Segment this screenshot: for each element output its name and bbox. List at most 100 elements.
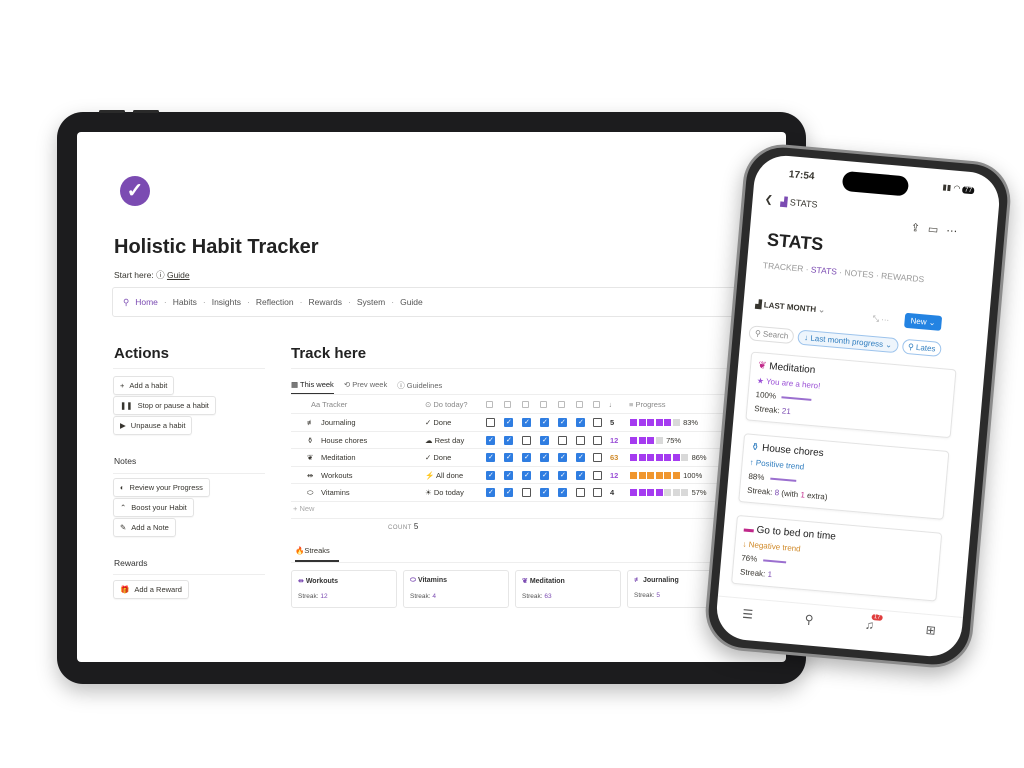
view-selector[interactable]: ▟ LAST MONTH ⌄ bbox=[755, 300, 825, 315]
day-checkbox[interactable] bbox=[522, 470, 531, 480]
today-status[interactable]: ☀ Do today bbox=[425, 488, 464, 497]
table-row[interactable]: ⬭ Vitamins ☀ Do today 4 57% bbox=[291, 484, 751, 502]
tab-streaks[interactable]: 🔥Streaks bbox=[295, 546, 339, 562]
search-icon[interactable]: ⚲ bbox=[802, 612, 814, 646]
day-checkbox[interactable] bbox=[576, 435, 585, 445]
nav-rewards[interactable]: Rewards bbox=[309, 297, 343, 307]
nav-reflection[interactable]: Reflection bbox=[256, 297, 294, 307]
day-checkbox[interactable] bbox=[593, 488, 602, 497]
tab-notes[interactable]: NOTES bbox=[844, 267, 874, 280]
day-checkbox[interactable] bbox=[504, 488, 513, 497]
table-row[interactable]: ⇹ Workouts ⚡ All done 12 100% bbox=[291, 467, 751, 484]
actions-button[interactable]: ▶ Unpause a habit bbox=[113, 416, 193, 435]
sort-filter[interactable]: ↓ Last month progress ⌄ bbox=[797, 329, 899, 354]
day-checkbox[interactable] bbox=[486, 470, 495, 480]
new-page-icon[interactable]: ⊞ bbox=[924, 623, 936, 657]
col-tracker[interactable]: Aa Tracker bbox=[311, 400, 347, 409]
day-checkbox[interactable] bbox=[486, 435, 495, 445]
day-checkbox[interactable] bbox=[504, 470, 513, 480]
nav-home[interactable]: Home bbox=[135, 297, 158, 307]
table-row[interactable]: ❦ Meditation ✓ Done 63 86% bbox=[291, 449, 751, 467]
day-checkbox[interactable] bbox=[522, 418, 531, 427]
day-checkbox[interactable] bbox=[576, 488, 585, 497]
day-checkbox[interactable] bbox=[540, 453, 549, 462]
day-checkbox[interactable] bbox=[593, 470, 602, 480]
habit-name[interactable]: Workouts bbox=[321, 471, 353, 480]
tab-this-week[interactable]: ▦ This week bbox=[291, 380, 334, 395]
day-checkbox[interactable] bbox=[558, 488, 567, 497]
page-breadcrumb[interactable]: ▟ STATS bbox=[780, 196, 818, 210]
tab-prev-week[interactable]: ⟲ Prev week bbox=[344, 380, 387, 395]
new-button[interactable]: New ⌄ bbox=[903, 312, 943, 331]
nav-guide[interactable]: Guide bbox=[400, 297, 423, 307]
notes-button[interactable]: ✎ Add a Note bbox=[113, 518, 176, 537]
search-input[interactable]: ⚲ Search bbox=[748, 325, 795, 345]
day-checkbox[interactable] bbox=[486, 418, 495, 427]
day-checkbox[interactable] bbox=[558, 418, 567, 427]
stat-card[interactable]: ⚱ House chores ↑ Positive trend 88% Stre… bbox=[738, 433, 950, 520]
tab-guidelines[interactable]: ⓘ Guidelines bbox=[397, 380, 442, 395]
progress-block bbox=[664, 454, 671, 461]
day-checkbox[interactable] bbox=[522, 453, 531, 462]
day-checkbox[interactable] bbox=[522, 435, 531, 445]
stat-card[interactable]: ❦ Meditation ★ You are a hero! 100% Stre… bbox=[745, 351, 957, 439]
nav-habits[interactable]: Habits bbox=[173, 297, 197, 307]
today-status[interactable]: ✓ Done bbox=[425, 453, 451, 462]
habit-name[interactable]: House chores bbox=[321, 436, 367, 445]
guide-link[interactable]: Guide bbox=[167, 270, 190, 280]
today-status[interactable]: ✓ Done bbox=[425, 418, 451, 427]
rewards-button[interactable]: 🎁 Add a Reward bbox=[113, 580, 189, 599]
day-checkbox[interactable] bbox=[486, 453, 495, 462]
streak-card[interactable]: ⇹ Workouts Streak: 12 bbox=[291, 570, 397, 608]
notes-button[interactable]: ◐ Review your Progress bbox=[113, 478, 210, 497]
tab-rewards[interactable]: REWARDS bbox=[881, 271, 925, 285]
day-checkbox[interactable] bbox=[593, 418, 602, 427]
habit-name[interactable]: Meditation bbox=[321, 453, 356, 462]
col-today[interactable]: ⊙ Do today? bbox=[425, 400, 468, 409]
day-checkbox[interactable] bbox=[576, 470, 585, 480]
day-checkbox[interactable] bbox=[522, 488, 531, 497]
nav-system[interactable]: System bbox=[357, 297, 385, 307]
today-status[interactable]: ⚡ All done bbox=[425, 471, 463, 480]
day-checkbox[interactable] bbox=[593, 453, 602, 462]
day-checkbox[interactable] bbox=[558, 435, 567, 445]
day-checkbox[interactable] bbox=[558, 453, 567, 462]
streak-value: 21 bbox=[781, 406, 792, 417]
table-row[interactable]: ≢ Journaling ✓ Done 5 83% bbox=[291, 414, 751, 432]
expand-icon[interactable]: ⤡ ⋯ bbox=[872, 314, 889, 325]
day-checkbox[interactable] bbox=[576, 453, 585, 462]
new-row-button[interactable]: + New bbox=[293, 504, 314, 513]
day-checkbox[interactable] bbox=[593, 435, 602, 445]
day-checkbox[interactable] bbox=[504, 418, 513, 427]
list-icon[interactable]: ☰ bbox=[740, 607, 754, 641]
habit-name[interactable]: Journaling bbox=[321, 418, 356, 427]
stat-card[interactable]: ▬ Go to bed on time ↓ Negative trend 76%… bbox=[731, 514, 943, 602]
day-checkbox[interactable] bbox=[504, 435, 513, 445]
more-icon[interactable]: ⋯ bbox=[946, 225, 966, 239]
tab-stats[interactable]: STATS bbox=[810, 264, 837, 276]
col-progress[interactable]: ≡ Progress bbox=[629, 400, 665, 409]
day-checkbox[interactable] bbox=[540, 470, 549, 480]
table-row[interactable]: ⚱ House chores ☁ Rest day 12 75% bbox=[291, 432, 751, 449]
day-checkbox[interactable] bbox=[540, 435, 549, 445]
day-checkbox[interactable] bbox=[558, 470, 567, 480]
day-checkbox[interactable] bbox=[540, 488, 549, 497]
actions-button[interactable]: ❚❚ Stop or pause a habit bbox=[113, 396, 216, 415]
back-icon[interactable]: ❮ bbox=[764, 194, 773, 206]
day-checkbox[interactable] bbox=[486, 488, 495, 497]
comment-icon[interactable]: ▭ bbox=[927, 223, 946, 237]
tab-tracker[interactable]: TRACKER bbox=[762, 260, 803, 274]
streak-card[interactable]: ❦ Meditation Streak: 63 bbox=[515, 570, 621, 608]
today-status[interactable]: ☁ Rest day bbox=[425, 436, 464, 445]
actions-button[interactable]: + Add a habit bbox=[113, 376, 175, 395]
day-checkbox[interactable] bbox=[504, 453, 513, 462]
day-checkbox[interactable] bbox=[540, 418, 549, 427]
streak-card[interactable]: ⬭ Vitamins Streak: 4 bbox=[403, 570, 509, 608]
latest-filter[interactable]: ⚲ Lates bbox=[901, 338, 943, 358]
day-checkbox[interactable] bbox=[576, 418, 585, 427]
notes-button[interactable]: ⌃ Boost your Habit bbox=[113, 498, 194, 517]
bell-icon[interactable]: ♫ 17 bbox=[863, 614, 883, 651]
share-icon[interactable]: ⇪ bbox=[910, 222, 928, 235]
nav-insights[interactable]: Insights bbox=[212, 297, 241, 307]
habit-name[interactable]: Vitamins bbox=[321, 488, 350, 497]
